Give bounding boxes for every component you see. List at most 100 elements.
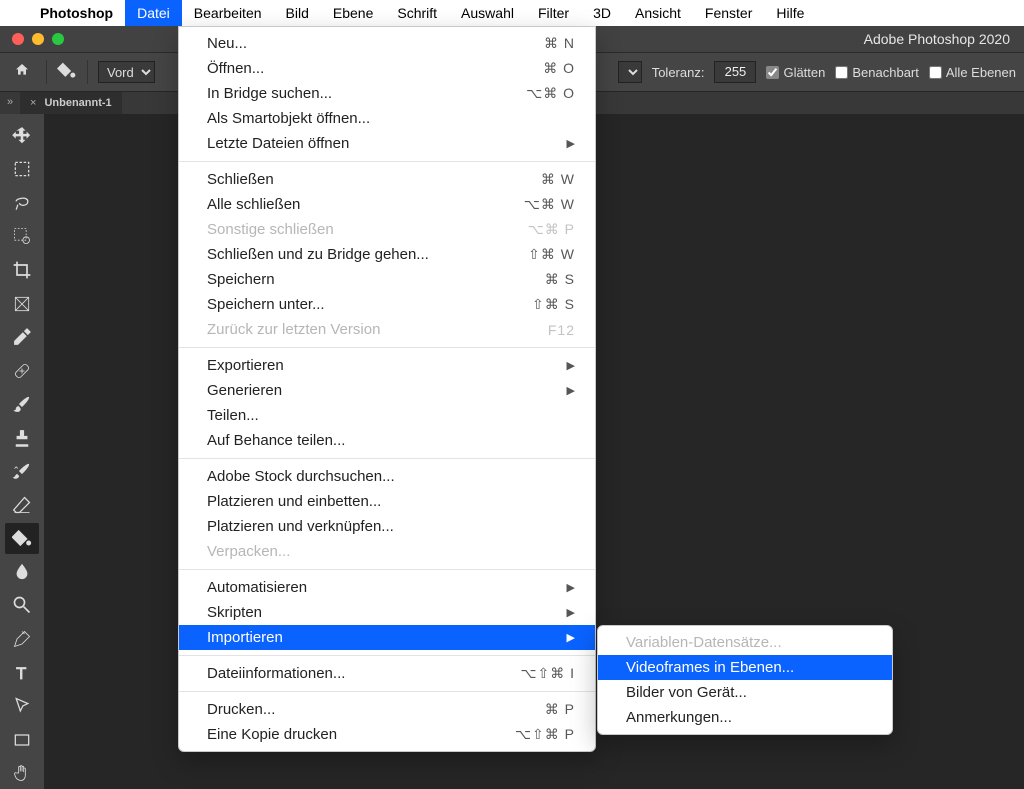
menu-item[interactable]: Drucken...⌘ P — [179, 697, 595, 722]
history-brush-tool[interactable] — [5, 455, 39, 487]
menu-item[interactable]: In Bridge suchen...⌥⌘ O — [179, 81, 595, 106]
marquee-tool[interactable] — [5, 154, 39, 186]
menu-item-label: Schließen und zu Bridge gehen... — [207, 246, 505, 263]
menu-item[interactable]: Speichern⌘ S — [179, 267, 595, 292]
menu-item[interactable]: Platzieren und verknüpfen... — [179, 514, 595, 539]
bucket-icon[interactable] — [57, 61, 77, 84]
submenu-item[interactable]: Bilder von Gerät... — [598, 680, 892, 705]
menu-item[interactable]: Exportieren▶ — [179, 353, 595, 378]
benachbart-checkbox[interactable]: Benachbart — [835, 65, 919, 80]
pen-tool[interactable] — [5, 623, 39, 655]
menu-item[interactable]: Importieren▶ — [179, 625, 595, 650]
submenu-item: Variablen-Datensätze... — [598, 630, 892, 655]
healing-tool[interactable] — [5, 355, 39, 387]
submenu-item[interactable]: Videoframes in Ebenen... — [598, 655, 892, 680]
menu-filter[interactable]: Filter — [526, 0, 581, 26]
brush-tool[interactable] — [5, 388, 39, 420]
menu-auswahl[interactable]: Auswahl — [449, 0, 526, 26]
shortcut-label: ⌥⌘ O — [505, 85, 575, 102]
menu-item[interactable]: Auf Behance teilen... — [179, 428, 595, 453]
menu-item-label: Teilen... — [207, 407, 575, 424]
menu-item[interactable]: Alle schließen⌥⌘ W — [179, 192, 595, 217]
menu-item-label: Eine Kopie drucken — [207, 726, 505, 743]
shortcut-label: ⇧⌘ W — [505, 246, 575, 263]
mode-select[interactable] — [618, 61, 642, 83]
menu-hilfe[interactable]: Hilfe — [764, 0, 816, 26]
menu-item-label: Speichern — [207, 271, 505, 288]
menu-ansicht[interactable]: Ansicht — [623, 0, 693, 26]
blur-tool[interactable] — [5, 556, 39, 588]
submenu-item-label: Bilder von Gerät... — [626, 684, 747, 701]
menu-3d[interactable]: 3D — [581, 0, 623, 26]
menu-item[interactable]: Dateiinformationen...⌥⇧⌘ I — [179, 661, 595, 686]
menu-item-label: Sonstige schließen — [207, 221, 505, 238]
menu-item[interactable]: Letzte Dateien öffnen▶ — [179, 131, 595, 156]
menu-item[interactable]: Schließen und zu Bridge gehen...⇧⌘ W — [179, 242, 595, 267]
tools-panel: T — [0, 114, 44, 789]
quickselect-tool[interactable] — [5, 221, 39, 253]
menu-item[interactable]: Schließen⌘ W — [179, 167, 595, 192]
menu-item[interactable]: Neu...⌘ N — [179, 31, 595, 56]
path-select-tool[interactable] — [5, 690, 39, 722]
menu-item[interactable]: Öffnen...⌘ O — [179, 56, 595, 81]
move-tool[interactable] — [5, 120, 39, 152]
menu-item-label: Automatisieren — [207, 579, 559, 596]
datei-menu: Neu...⌘ NÖffnen...⌘ OIn Bridge suchen...… — [178, 26, 596, 752]
menu-item[interactable]: Eine Kopie drucken⌥⇧⌘ P — [179, 722, 595, 747]
submenu-item-label: Variablen-Datensätze... — [626, 634, 782, 651]
glatten-checkbox[interactable]: Glätten — [766, 65, 825, 80]
menu-bearbeiten[interactable]: Bearbeiten — [182, 0, 274, 26]
type-tool[interactable]: T — [5, 657, 39, 689]
expand-panels-icon[interactable]: » — [0, 92, 20, 114]
menu-fenster[interactable]: Fenster — [693, 0, 764, 26]
menu-datei[interactable]: Datei — [125, 0, 182, 26]
menu-schrift[interactable]: Schrift — [385, 0, 449, 26]
divider — [87, 60, 88, 84]
menu-item[interactable]: Adobe Stock durchsuchen... — [179, 464, 595, 489]
hand-tool[interactable] — [5, 757, 39, 789]
tab-label: Unbenannt-1 — [44, 97, 111, 109]
menu-item[interactable]: Generieren▶ — [179, 378, 595, 403]
menu-item[interactable]: Skripten▶ — [179, 600, 595, 625]
chevron-right-icon: ▶ — [567, 631, 575, 644]
fill-source-select[interactable]: Vord — [98, 61, 155, 83]
menu-item-label: Dateiinformationen... — [207, 665, 505, 682]
stamp-tool[interactable] — [5, 422, 39, 454]
menu-item-label: Zurück zur letzten Version — [207, 321, 505, 338]
tolerance-input[interactable]: 255 — [714, 61, 756, 83]
menu-bild[interactable]: Bild — [274, 0, 321, 26]
frame-tool[interactable] — [5, 288, 39, 320]
shortcut-label: ⌥⌘ P — [505, 221, 575, 238]
shortcut-label: ⌥⇧⌘ I — [505, 665, 575, 682]
alle-ebenen-checkbox[interactable]: Alle Ebenen — [929, 65, 1016, 80]
menu-item[interactable]: Teilen... — [179, 403, 595, 428]
menu-item[interactable]: Platzieren und einbetten... — [179, 489, 595, 514]
menu-item-label: Neu... — [207, 35, 505, 52]
close-tab-icon[interactable]: × — [30, 97, 36, 109]
svg-text:T: T — [16, 663, 26, 682]
menu-item-label: Als Smartobjekt öffnen... — [207, 110, 575, 127]
paint-bucket-tool[interactable] — [5, 523, 39, 555]
menu-item-label: Skripten — [207, 604, 559, 621]
lasso-tool[interactable] — [5, 187, 39, 219]
menu-item-label: In Bridge suchen... — [207, 85, 505, 102]
menu-item[interactable]: Als Smartobjekt öffnen... — [179, 106, 595, 131]
app-name[interactable]: Photoshop — [28, 5, 125, 21]
menu-item[interactable]: Speichern unter...⇧⌘ S — [179, 292, 595, 317]
menu-item-label: Verpacken... — [207, 543, 575, 560]
document-tab[interactable]: × Unbenannt-1 — [20, 92, 122, 114]
shortcut-label: ⌘ O — [505, 60, 575, 77]
home-icon[interactable] — [8, 62, 36, 82]
importieren-submenu: Variablen-Datensätze... Videoframes in Eb… — [597, 625, 893, 735]
menu-ebene[interactable]: Ebene — [321, 0, 385, 26]
dodge-tool[interactable] — [5, 590, 39, 622]
tolerance-label: Toleranz: — [652, 65, 705, 80]
shortcut-label: ⇧⌘ S — [505, 296, 575, 313]
rectangle-tool[interactable] — [5, 724, 39, 756]
eraser-tool[interactable] — [5, 489, 39, 521]
crop-tool[interactable] — [5, 254, 39, 286]
menu-item-label: Alle schließen — [207, 196, 505, 213]
submenu-item[interactable]: Anmerkungen... — [598, 705, 892, 730]
eyedropper-tool[interactable] — [5, 321, 39, 353]
menu-item[interactable]: Automatisieren▶ — [179, 575, 595, 600]
